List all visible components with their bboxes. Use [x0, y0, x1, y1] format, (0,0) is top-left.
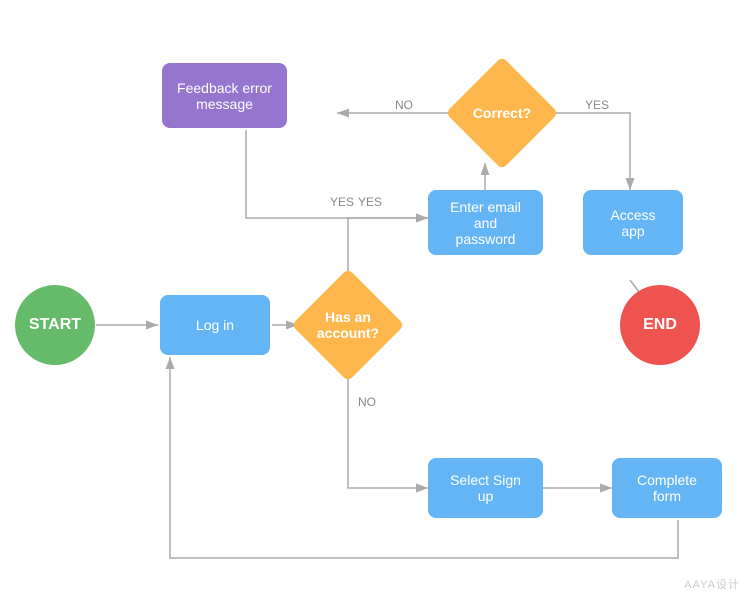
- no-label-has-account: NO: [358, 395, 376, 409]
- end-label: END: [643, 316, 677, 334]
- yes-label-has-account: YES: [330, 195, 354, 209]
- flowchart: YES YES NO YES NO START Log in Feedback …: [0, 0, 750, 600]
- complete-form-label: Complete form: [626, 472, 708, 504]
- enter-email-node: Enter email and password: [428, 190, 543, 255]
- feedback-node: Feedback error message: [162, 63, 287, 128]
- access-app-label: Access app: [597, 207, 669, 239]
- end-node: END: [620, 285, 700, 365]
- watermark: AAYA设计: [684, 576, 740, 592]
- select-signup-label: Select Sign up: [442, 472, 529, 504]
- enter-email-label: Enter email and password: [442, 199, 529, 247]
- correct-diamond: [445, 56, 558, 169]
- start-label: START: [29, 316, 81, 334]
- correct-node: Correct?: [452, 63, 552, 163]
- feedback-label: Feedback error message: [176, 80, 273, 112]
- login-node: Log in: [160, 295, 270, 355]
- yes-label-correct: YES: [585, 98, 609, 112]
- has-account-diamond: [291, 268, 404, 381]
- start-node: START: [15, 285, 95, 365]
- access-app-node: Access app: [583, 190, 683, 255]
- yes-label-display: YES: [358, 195, 382, 209]
- no-label-correct: NO: [395, 98, 413, 112]
- select-signup-node: Select Sign up: [428, 458, 543, 518]
- complete-form-node: Complete form: [612, 458, 722, 518]
- has-account-node: Has an account?: [298, 275, 398, 375]
- login-label: Log in: [196, 317, 234, 333]
